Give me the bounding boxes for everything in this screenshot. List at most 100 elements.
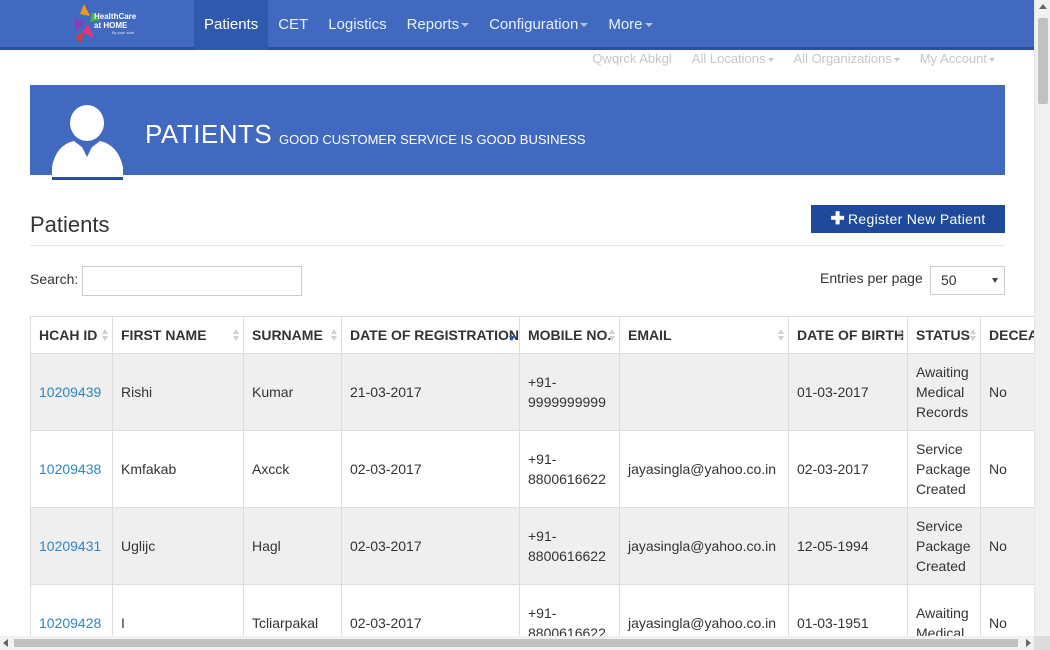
- nav-reports[interactable]: Reports: [397, 0, 480, 50]
- caret-down-icon: [893, 57, 900, 62]
- cell-hcah-id: 10209428: [30, 584, 113, 636]
- column-label: DATE OF BIRTH: [797, 327, 905, 343]
- search-input[interactable]: [82, 266, 302, 296]
- plus-icon: ✚: [830, 209, 846, 228]
- patients-table-container: HCAH ID FIRST NAME SURNAME DATE OF REGIS…: [30, 316, 1034, 636]
- cell-surname: Kumar: [243, 353, 342, 431]
- patient-id-link[interactable]: 10209439: [39, 384, 101, 400]
- cell-surname: Tcliarpakal: [243, 584, 342, 636]
- patient-id-link[interactable]: 10209438: [39, 461, 101, 477]
- main-nav: Patients CET Logistics Reports Configura…: [194, 0, 663, 50]
- table-header-row: HCAH ID FIRST NAME SURNAME DATE OF REGIS…: [30, 316, 1034, 354]
- sort-icon: [778, 329, 784, 343]
- col-surname[interactable]: SURNAME: [243, 316, 342, 354]
- nav-cet[interactable]: CET: [268, 0, 318, 50]
- cell-surname: Axcck: [243, 430, 342, 508]
- nav-patients[interactable]: Patients: [194, 0, 269, 50]
- table-row: 10209431 Uglijc Hagl 02-03-2017 +91-8800…: [30, 507, 1034, 585]
- page-title: Patients: [30, 212, 110, 237]
- cell-first-name: I: [112, 584, 244, 636]
- cell-first-name: Uglijc: [112, 507, 244, 585]
- banner-subtitle: GOOD CUSTOMER SERVICE IS GOOD BUSINESS: [279, 132, 586, 147]
- top-navbar: HealthCare at HOME By your side Patients…: [0, 0, 1034, 50]
- cell-hcah-id: 10209431: [30, 507, 113, 585]
- cell-status: Service Package Created: [907, 430, 981, 508]
- horizontal-scroll-thumb[interactable]: [14, 639, 1018, 647]
- column-label: STATUS: [916, 327, 970, 343]
- cell-email: [619, 353, 789, 431]
- nav-label: Reports: [406, 16, 460, 33]
- vertical-scroll-thumb[interactable]: [1038, 18, 1048, 104]
- nav-logistics[interactable]: Logistics: [318, 0, 396, 50]
- column-label: FIRST NAME: [121, 327, 207, 343]
- cell-deceased: No: [980, 430, 1034, 508]
- table-row: 10209438 Kmfakab Axcck 02-03-2017 +91-88…: [30, 430, 1034, 508]
- vertical-scrollbar[interactable]: [1034, 0, 1050, 636]
- scroll-left-icon[interactable]: [3, 639, 8, 647]
- caret-down-icon: [644, 23, 653, 28]
- column-label: DATE OF REGISTRATION: [350, 327, 520, 343]
- logo-tagline: By your side: [112, 30, 135, 35]
- table-row: 10209439 Rishi Kumar 21-03-2017 +91-9999…: [30, 353, 1034, 431]
- dropdown-arrow-icon: [992, 278, 998, 283]
- register-new-patient-button[interactable]: ✚ Register New Patient: [811, 205, 1005, 233]
- cell-hcah-id: 10209438: [30, 430, 113, 508]
- column-label: EMAIL: [628, 327, 672, 343]
- scroll-up-icon[interactable]: [1039, 4, 1047, 9]
- table-row: 10209428 I Tcliarpakal 02-03-2017 +91-88…: [30, 584, 1034, 636]
- organizations-dropdown[interactable]: All Organizations: [794, 51, 900, 67]
- column-label: HCAH ID: [39, 327, 98, 343]
- sort-icon: [331, 329, 337, 343]
- cell-registration-date: 02-03-2017: [341, 430, 520, 508]
- column-label: SURNAME: [252, 327, 323, 343]
- my-account-dropdown[interactable]: My Account: [920, 51, 995, 67]
- cell-status: Awaiting Medical: [907, 584, 981, 636]
- my-account-label: My Account: [919, 51, 987, 66]
- scrollbar-corner: [1034, 636, 1050, 650]
- heading-divider: [30, 245, 1005, 246]
- cell-hcah-id: 10209439: [30, 353, 113, 431]
- entries-value: 50: [941, 272, 957, 288]
- col-hcah-id[interactable]: HCAH ID: [30, 316, 113, 354]
- cell-deceased: No: [980, 353, 1034, 431]
- horizontal-scrollbar[interactable]: [0, 636, 1034, 650]
- cell-first-name: Rishi: [112, 353, 244, 431]
- patient-id-link[interactable]: 10209431: [39, 538, 101, 554]
- logo-text: HealthCare at HOME: [94, 12, 137, 30]
- entries-per-page-label: Entries per page: [820, 270, 923, 286]
- cell-registration-date: 21-03-2017: [341, 353, 520, 431]
- sort-icon: [970, 329, 976, 343]
- nav-label: Patients: [204, 16, 259, 33]
- caret-down-icon: [580, 23, 589, 28]
- healthcare-at-home-logo[interactable]: HealthCare at HOME By your side: [70, 2, 140, 46]
- user-name-link[interactable]: Qwqrck Abkgl: [592, 51, 671, 67]
- cell-status: Awaiting Medical Records: [907, 353, 981, 431]
- scroll-right-icon[interactable]: [1026, 639, 1031, 647]
- sort-icon: [102, 329, 108, 343]
- entries-per-page-select[interactable]: 50: [930, 266, 1005, 295]
- organizations-label: All Organizations: [793, 51, 892, 66]
- col-email[interactable]: EMAIL: [619, 316, 789, 354]
- col-date-of-registration[interactable]: DATE OF REGISTRATION: [341, 316, 520, 354]
- nav-label: Logistics: [328, 16, 387, 33]
- col-mobile-no[interactable]: MOBILE NO.: [519, 316, 620, 354]
- cell-first-name: Kmfakab: [112, 430, 244, 508]
- col-status[interactable]: STATUS: [907, 316, 981, 354]
- cell-status: Service Package Created: [907, 507, 981, 585]
- column-label: MOBILE NO.: [528, 327, 612, 343]
- cell-dob: 01-03-1951: [788, 584, 908, 636]
- locations-dropdown[interactable]: All Locations: [692, 51, 774, 67]
- patient-id-link[interactable]: 10209428: [39, 615, 101, 631]
- caret-down-icon: [461, 23, 470, 28]
- search-label: Search:: [30, 271, 79, 287]
- col-deceased[interactable]: DECEAS: [980, 316, 1034, 354]
- sort-icon: [233, 329, 239, 343]
- patients-table: HCAH ID FIRST NAME SURNAME DATE OF REGIS…: [30, 316, 1034, 636]
- nav-configuration[interactable]: Configuration: [479, 0, 598, 50]
- column-label: DECEAS: [989, 327, 1034, 343]
- col-first-name[interactable]: FIRST NAME: [112, 316, 244, 354]
- cell-dob: 12-05-1994: [788, 507, 908, 585]
- locations-label: All Locations: [691, 51, 766, 66]
- col-date-of-birth[interactable]: DATE OF BIRTH: [788, 316, 908, 354]
- nav-more[interactable]: More: [598, 0, 662, 50]
